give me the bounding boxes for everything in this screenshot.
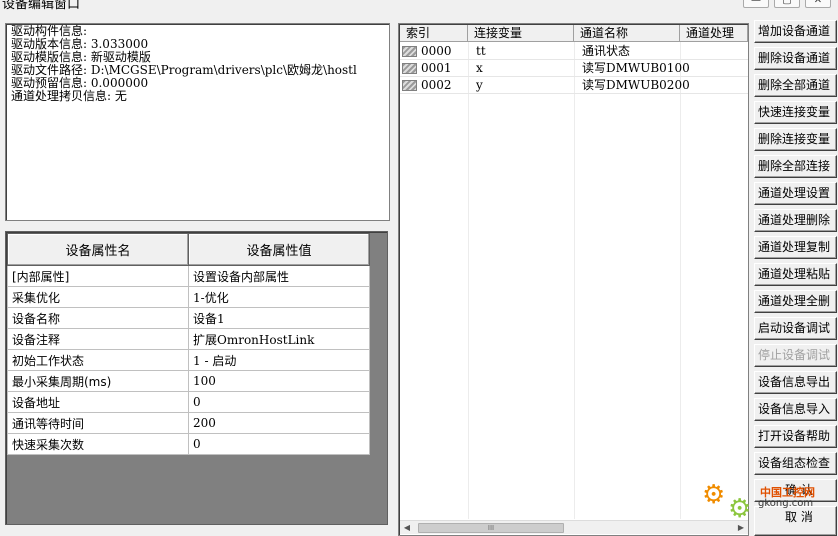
horizontal-scrollbar[interactable]: ◀ III ▶ [400,520,748,534]
channel-name: 读写DMWUB0200 [582,78,690,92]
check-configuration-button[interactable]: 设备组态检查 [754,452,837,475]
property-name: 设备注释 [7,328,189,350]
property-name: 采集优化 [7,286,189,308]
quick-connect-variable-button[interactable]: 快速连接变量 [754,101,837,124]
prop-value-header: 设备属性值 [188,233,370,266]
window-title: 设备编辑窗口 [2,0,81,12]
property-value[interactable]: 0 [188,433,370,455]
property-value[interactable]: 设置设备内部属性 [188,265,370,287]
channel-variable: x [476,61,483,75]
maximize-button[interactable]: ▢ [774,0,800,8]
channel-list[interactable]: 索引 连接变量 通道名称 通道处理 0000 tt 通讯状态 0001 x 读写… [398,23,749,536]
col-header-variable[interactable]: 连接变量 [468,25,574,42]
property-name: 通讯等待时间 [7,412,189,434]
channel-name: 通讯状态 [582,44,631,58]
confirm-button[interactable]: 确 认 [754,479,837,502]
delete-all-connections-button[interactable]: 删除全部连接 [754,155,837,178]
channel-variable: tt [476,44,486,58]
property-row[interactable]: 初始工作状态 1 - 启动 [7,349,370,371]
delete-all-channels-button[interactable]: 删除全部通道 [754,74,837,97]
property-value[interactable]: 100 [188,370,370,392]
start-debug-button[interactable]: 启动设备调试 [754,317,837,340]
channel-index: 0001 [421,61,452,75]
property-name: 快速采集次数 [7,433,189,455]
title-bar: 设备编辑窗口 — ▢ ✕ [0,0,838,16]
property-name: 最小采集周期(ms) [7,370,189,392]
channel-process-delete-button[interactable]: 通道处理删除 [754,209,837,232]
prop-name-header: 设备属性名 [7,233,189,266]
scroll-left-icon[interactable]: ◀ [400,521,414,535]
property-value[interactable]: 0 [188,391,370,413]
cancel-button[interactable]: 取 消 [754,506,837,536]
property-value[interactable]: 1 - 启动 [188,349,370,371]
property-row[interactable]: 快速采集次数 0 [7,433,370,455]
device-properties-grid: 设备属性名 设备属性值 [内部属性] 设置设备内部属性 采集优化 1-优化 设备… [5,231,388,525]
scroll-right-icon[interactable]: ▶ [734,521,748,535]
property-name: 设备地址 [7,391,189,413]
channel-process-settings-button[interactable]: 通道处理设置 [754,182,837,205]
channel-row[interactable]: 0002 y 读写DMWUB0200 [400,77,748,94]
property-name: 设备名称 [7,307,189,329]
property-row[interactable]: 采集优化 1-优化 [7,286,370,308]
property-value[interactable]: 扩展OmronHostLink [188,328,370,350]
property-name: 初始工作状态 [7,349,189,371]
minimize-button[interactable]: — [743,0,769,8]
channel-variable: y [476,78,483,92]
col-header-channel-name[interactable]: 通道名称 [574,25,680,42]
channel-index: 0000 [421,44,452,58]
channel-row-icon [402,63,417,74]
property-row[interactable]: 设备地址 0 [7,391,370,413]
channel-process-paste-button[interactable]: 通道处理粘贴 [754,263,837,286]
channel-index: 0002 [421,78,452,92]
channel-row[interactable]: 0000 tt 通讯状态 [400,43,748,60]
property-value[interactable]: 1-优化 [188,286,370,308]
import-device-info-button[interactable]: 设备信息导入 [754,398,837,421]
driver-info-panel[interactable]: 驱动构件信息: 驱动版本信息: 3.033000 驱动模版信息: 新驱动模版 驱… [5,23,390,221]
delete-connect-variable-button[interactable]: 删除连接变量 [754,128,837,151]
scroll-thumb[interactable]: III [418,523,564,533]
property-name: [内部属性] [7,265,189,287]
property-row[interactable]: 通讯等待时间 200 [7,412,370,434]
channel-row-icon [402,80,417,91]
property-value[interactable]: 设备1 [188,307,370,329]
channel-row[interactable]: 0001 x 读写DMWUB0100 [400,60,748,77]
export-device-info-button[interactable]: 设备信息导出 [754,371,837,394]
delete-channel-button[interactable]: 删除设备通道 [754,47,837,70]
channel-name: 读写DMWUB0100 [582,61,690,75]
add-channel-button[interactable]: 增加设备通道 [754,20,837,43]
col-header-process[interactable]: 通道处理 [680,25,748,42]
property-row[interactable]: 设备名称 设备1 [7,307,370,329]
channel-row-icon [402,46,417,57]
stop-debug-button[interactable]: 停止设备调试 [754,344,837,367]
property-row[interactable]: [内部属性] 设置设备内部属性 [7,265,370,287]
property-row[interactable]: 设备注释 扩展OmronHostLink [7,328,370,350]
channel-process-delete-all-button[interactable]: 通道处理全删 [754,290,837,313]
property-value[interactable]: 200 [188,412,370,434]
property-row[interactable]: 最小采集周期(ms) 100 [7,370,370,392]
col-header-index[interactable]: 索引 [400,25,468,42]
close-button[interactable]: ✕ [805,0,831,8]
driver-info-line: 通道处理拷贝信息: 无 [11,89,127,103]
channel-list-header: 索引 连接变量 通道名称 通道处理 [400,25,748,42]
channel-process-copy-button[interactable]: 通道处理复制 [754,236,837,259]
open-device-help-button[interactable]: 打开设备帮助 [754,425,837,448]
